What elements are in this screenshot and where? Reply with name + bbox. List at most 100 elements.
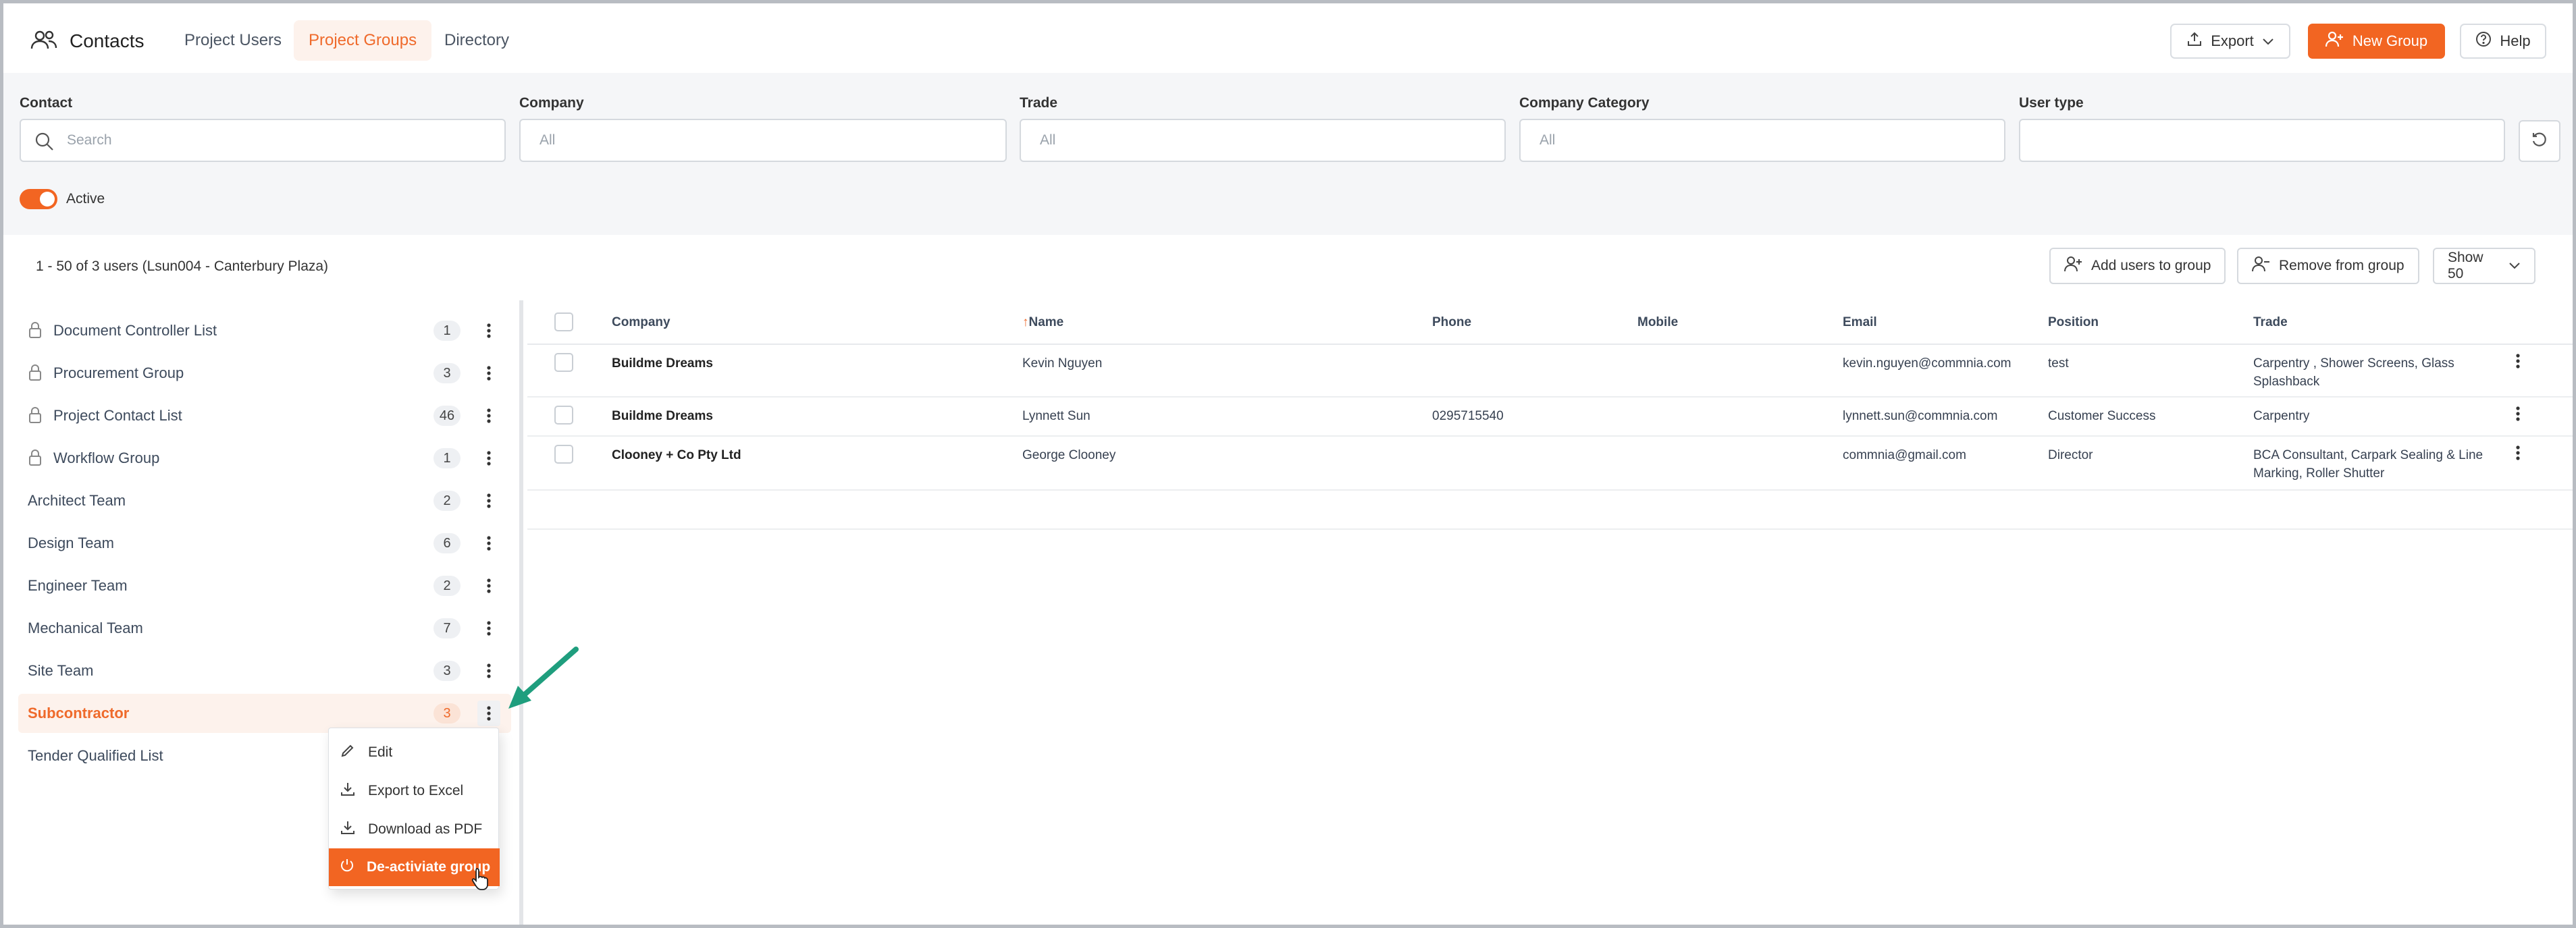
column-phone[interactable]: Phone: [1432, 315, 1471, 330]
menu-item-edit[interactable]: Edit: [329, 734, 500, 771]
group-member-count: 2: [433, 576, 461, 596]
select-all-checkbox[interactable]: [554, 312, 573, 331]
top-bar: Contacts Project Users Project Groups Di…: [3, 3, 2573, 73]
group-member-count: 7: [433, 618, 461, 638]
row-checkbox[interactable]: [554, 445, 573, 464]
chevron-down-icon: [2508, 258, 2521, 274]
group-item[interactable]: Architect Team 2: [18, 481, 511, 520]
row-more-options-icon[interactable]: [2515, 406, 2521, 425]
group-item[interactable]: Engineer Team 2: [18, 566, 511, 605]
tab-directory[interactable]: Directory: [429, 20, 524, 61]
cell-trade-line: Splashback: [2253, 375, 2320, 389]
refresh-icon: [2531, 131, 2548, 152]
trade-filter-label: Trade: [1020, 95, 1058, 111]
user-type-select[interactable]: [2019, 119, 2505, 162]
group-item[interactable]: Site Team 3: [18, 651, 511, 690]
group-members-table: Company ↑Name Phone Mobile Email Positio…: [527, 300, 2573, 530]
page-size-select[interactable]: Show 50: [2433, 248, 2535, 284]
menu-item-download-pdf[interactable]: Download as PDF: [329, 811, 500, 848]
group-member-count: 46: [433, 406, 461, 426]
group-item[interactable]: Project Contact List 46: [18, 396, 511, 435]
column-mobile[interactable]: Mobile: [1637, 315, 1678, 330]
lock-icon: [28, 364, 43, 385]
trade-select[interactable]: All: [1020, 119, 1506, 162]
more-options-icon[interactable]: [477, 403, 500, 429]
download-icon: [340, 781, 356, 801]
cell-name: Kevin Nguyen: [1022, 356, 1103, 371]
group-item[interactable]: Workflow Group 1: [18, 439, 511, 478]
group-member-count: 3: [433, 703, 461, 724]
company-select[interactable]: All: [519, 119, 1007, 162]
cell-email: lynnett.sun@commnia.com: [1843, 409, 1998, 423]
row-checkbox[interactable]: [554, 406, 573, 425]
group-name: Tender Qualified List: [28, 747, 163, 764]
row-more-options-icon[interactable]: [2515, 353, 2521, 373]
new-group-button[interactable]: New Group: [2308, 24, 2445, 59]
tab-project-groups[interactable]: Project Groups: [294, 20, 432, 61]
remove-label: Remove from group: [2279, 258, 2404, 273]
row-checkbox[interactable]: [554, 353, 573, 372]
results-summary: 1 - 50 of 3 users (Lsun004 - Canterbury …: [36, 258, 329, 274]
group-name: Document Controller List: [53, 322, 217, 339]
help-button[interactable]: Help: [2460, 24, 2546, 59]
group-name: Subcontractor: [28, 705, 130, 721]
active-toggle[interactable]: [20, 189, 57, 209]
table-row[interactable]: Buildme Dreams Lynnett Sun 0295715540 lynne…: [527, 398, 2573, 437]
column-position[interactable]: Position: [2048, 315, 2099, 330]
remove-user-icon: [2252, 256, 2271, 276]
more-options-icon[interactable]: [477, 616, 500, 641]
remove-from-group-button[interactable]: Remove from group: [2237, 248, 2419, 284]
company-category-select[interactable]: All: [1519, 119, 2005, 162]
reset-filters-button[interactable]: [2519, 120, 2560, 162]
company-filter-label: Company: [519, 95, 584, 111]
group-member-count: 3: [433, 661, 461, 681]
more-options-icon[interactable]: [477, 573, 500, 599]
cell-position: Director: [2048, 448, 2093, 462]
group-name: Procurement Group: [53, 364, 184, 381]
group-member-count: 6: [433, 533, 461, 553]
contact-filter-label: Contact: [20, 95, 73, 111]
contacts-icon: [30, 29, 57, 54]
more-options-icon[interactable]: [477, 318, 500, 344]
help-icon: [2475, 31, 2492, 51]
new-group-label: New Group: [2352, 32, 2428, 49]
contact-search-input[interactable]: Search: [20, 119, 506, 162]
more-options-icon[interactable]: [477, 701, 500, 726]
row-more-options-icon[interactable]: [2515, 445, 2521, 464]
more-options-icon[interactable]: [477, 658, 500, 684]
column-company[interactable]: Company: [612, 315, 671, 330]
group-name: Site Team: [28, 662, 94, 679]
column-name[interactable]: ↑Name: [1022, 315, 1063, 330]
add-users-to-group-button[interactable]: Add users to group: [2049, 248, 2226, 284]
power-icon: [340, 858, 354, 877]
group-name: Mechanical Team: [28, 620, 143, 636]
group-name: Workflow Group: [53, 449, 160, 466]
export-label: Export: [2211, 32, 2254, 49]
company-category-filter-label: Company Category: [1519, 95, 1650, 111]
column-name-label: Name: [1028, 315, 1064, 329]
sort-asc-icon: ↑: [1022, 315, 1029, 329]
group-member-count: 3: [433, 363, 461, 383]
column-email[interactable]: Email: [1843, 315, 1877, 330]
more-options-icon[interactable]: [477, 445, 500, 471]
more-options-icon[interactable]: [477, 530, 500, 556]
column-trade[interactable]: Trade: [2253, 315, 2288, 330]
export-button[interactable]: Export: [2170, 24, 2290, 59]
table-row[interactable]: Buildme Dreams Kevin Nguyen kevin.nguyen@c…: [527, 345, 2573, 398]
group-item[interactable]: Design Team 6: [18, 524, 511, 563]
search-icon: [34, 132, 55, 156]
table-row[interactable]: Clooney + Co Pty Ltd George Clooney commni…: [527, 437, 2573, 491]
menu-item-export-excel[interactable]: Export to Excel: [329, 772, 500, 810]
cell-position: test: [2048, 356, 2069, 371]
more-options-icon[interactable]: [477, 488, 500, 514]
group-item[interactable]: Mechanical Team 7: [18, 609, 511, 648]
company-category-select-placeholder: All: [1540, 132, 1556, 148]
group-item[interactable]: Document Controller List 1: [18, 311, 511, 350]
cell-position: Customer Success: [2048, 409, 2156, 423]
trade-select-placeholder: All: [1040, 132, 1056, 148]
more-options-icon[interactable]: [477, 360, 500, 386]
group-item[interactable]: Procurement Group 3: [18, 354, 511, 393]
tab-project-users[interactable]: Project Users: [169, 20, 296, 61]
chevron-down-icon: [2262, 32, 2274, 50]
upload-icon: [2186, 31, 2203, 51]
